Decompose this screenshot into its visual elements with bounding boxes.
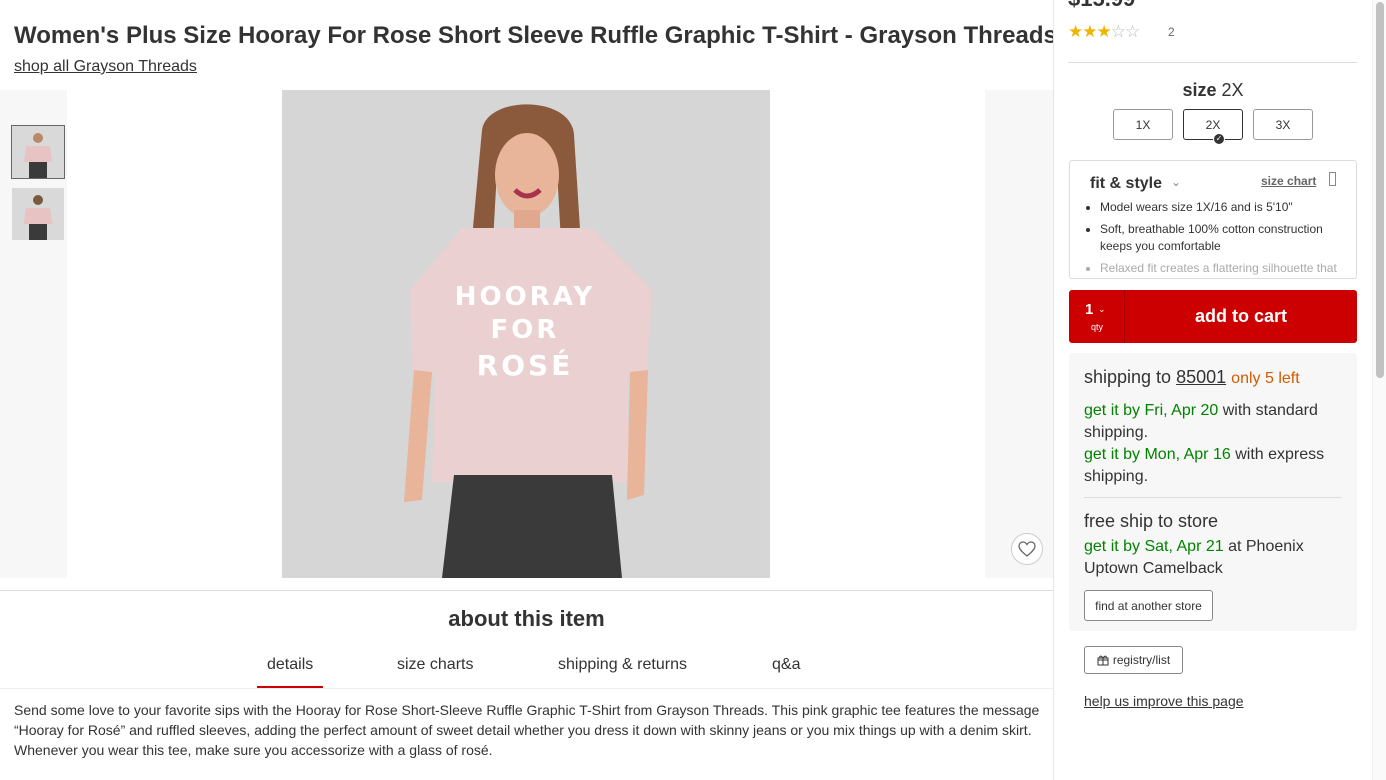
star-icon: ★ <box>1082 22 1097 41</box>
quantity-label: qty <box>1090 322 1103 332</box>
review-count[interactable]: 2 <box>1168 25 1175 39</box>
quantity-selector[interactable]: 1 ⌄ qty <box>1069 290 1125 343</box>
star-icon: ★ <box>1068 22 1083 41</box>
size-option-1x[interactable]: 1X <box>1113 109 1173 140</box>
size-label-text: size <box>1182 80 1217 100</box>
standard-ship-date: get it by Fri, Apr 20 <box>1084 402 1219 419</box>
product-description: Send some love to your favorite sips wit… <box>14 702 1040 758</box>
registry-list-label: registry/list <box>1112 653 1171 667</box>
fit-style-box: fit & style ⌄ size chart Model wears siz… <box>1069 160 1357 279</box>
quantity-value: 1 <box>1085 301 1094 318</box>
checkmark-icon: ✓ <box>1213 133 1225 145</box>
chevron-down-icon: ⌄ <box>1098 304 1106 314</box>
star-icon: ★ <box>1096 22 1112 41</box>
product-main: Women's Plus Size Hooray For Rose Short … <box>0 0 1053 780</box>
registry-list-button[interactable]: registry/list <box>1084 646 1183 674</box>
next-image-peek[interactable] <box>985 90 1053 578</box>
shirt-text-line-2: FOR <box>491 315 560 345</box>
about-tabs: details size charts shipping & returns q… <box>0 648 1053 690</box>
panel-divider <box>1068 62 1357 63</box>
size-chart-link[interactable]: size chart <box>1261 174 1316 188</box>
fit-bullets: Model wears size 1X/16 and is 5'10" Soft… <box>1100 199 1350 278</box>
shipping-divider <box>1084 497 1342 498</box>
cart-bar: 1 ⌄ qty add to cart <box>1069 290 1357 343</box>
size-option-3x[interactable]: 3X <box>1253 109 1313 140</box>
standard-shipping-info: get it by Fri, Apr 20 with standard ship… <box>1084 400 1346 444</box>
shop-brand-link[interactable]: shop all Grayson Threads <box>14 58 197 76</box>
thumbnail-rail <box>0 90 67 578</box>
tab-shipping-returns[interactable]: shipping & returns <box>558 656 687 688</box>
gift-icon <box>1097 655 1109 665</box>
thumbnail-back[interactable] <box>12 188 64 240</box>
product-title: Women's Plus Size Hooray For Rose Short … <box>14 22 1053 49</box>
price: $15.99 <box>1068 0 1135 12</box>
zip-code-link[interactable]: 85001 <box>1176 367 1226 387</box>
ruler-icon <box>1329 172 1336 186</box>
shipping-box: shipping to 85001 only 5 left get it by … <box>1069 353 1357 631</box>
product-main-image: HOORAY FOR ROSÉ <box>282 90 770 578</box>
heart-icon <box>1018 541 1036 557</box>
star-empty-icon: ☆ <box>1110 22 1126 41</box>
thumbnail-front[interactable] <box>11 125 65 179</box>
tab-details[interactable]: details <box>256 656 324 689</box>
purchase-panel: $15.99 ★★★☆☆ 2 size 2X 1X 2X 3X ✓ fit & … <box>1054 0 1372 780</box>
star-rating[interactable]: ★★★☆☆ <box>1068 22 1140 42</box>
express-ship-date: get it by Mon, Apr 16 <box>1084 446 1231 463</box>
scrollbar-thumb[interactable] <box>1376 2 1384 378</box>
store-ship-date: get it by Sat, Apr 21 <box>1084 538 1224 555</box>
shipping-to-label: shipping to <box>1084 367 1172 387</box>
store-ship-heading: free ship to store <box>1084 511 1219 531</box>
fit-bullet: Model wears size 1X/16 and is 5'10" <box>1100 199 1350 216</box>
favorite-button[interactable] <box>1011 533 1043 565</box>
size-label: size 2X <box>1054 80 1372 101</box>
star-empty-icon: ☆ <box>1125 22 1140 41</box>
chevron-down-icon[interactable]: ⌄ <box>1171 175 1181 189</box>
shirt-text-line-1: HOORAY <box>455 282 595 312</box>
tab-qa[interactable]: q&a <box>772 656 800 688</box>
help-improve-link[interactable]: help us improve this page <box>1084 693 1244 709</box>
shirt-text-line-3: ROSÉ <box>477 348 574 382</box>
size-selected-value: 2X <box>1221 80 1244 100</box>
fit-bullet: Relaxed fit creates a flattering silhoue… <box>1100 260 1350 277</box>
fit-bullet: Soft, breathable 100% cotton constructio… <box>1100 221 1350 255</box>
stock-warning: only 5 left <box>1231 370 1300 387</box>
find-another-store-button[interactable]: find at another store <box>1084 590 1213 621</box>
fit-style-toggle[interactable]: fit & style <box>1090 175 1162 193</box>
add-to-cart-button[interactable]: add to cart <box>1125 290 1357 343</box>
tab-size-charts[interactable]: size charts <box>397 656 473 688</box>
tabs-underline <box>0 688 1053 689</box>
image-gallery: HOORAY FOR ROSÉ <box>0 90 1053 578</box>
section-divider <box>0 590 1053 591</box>
express-shipping-info: get it by Mon, Apr 16 with express shipp… <box>1084 444 1346 488</box>
shipping-heading: shipping to 85001 only 5 left <box>1084 367 1300 388</box>
store-shipping-info: get it by Sat, Apr 21 at Phoenix Uptown … <box>1084 536 1346 580</box>
about-item-heading: about this item <box>448 606 605 631</box>
scrollbar[interactable] <box>1372 0 1386 780</box>
